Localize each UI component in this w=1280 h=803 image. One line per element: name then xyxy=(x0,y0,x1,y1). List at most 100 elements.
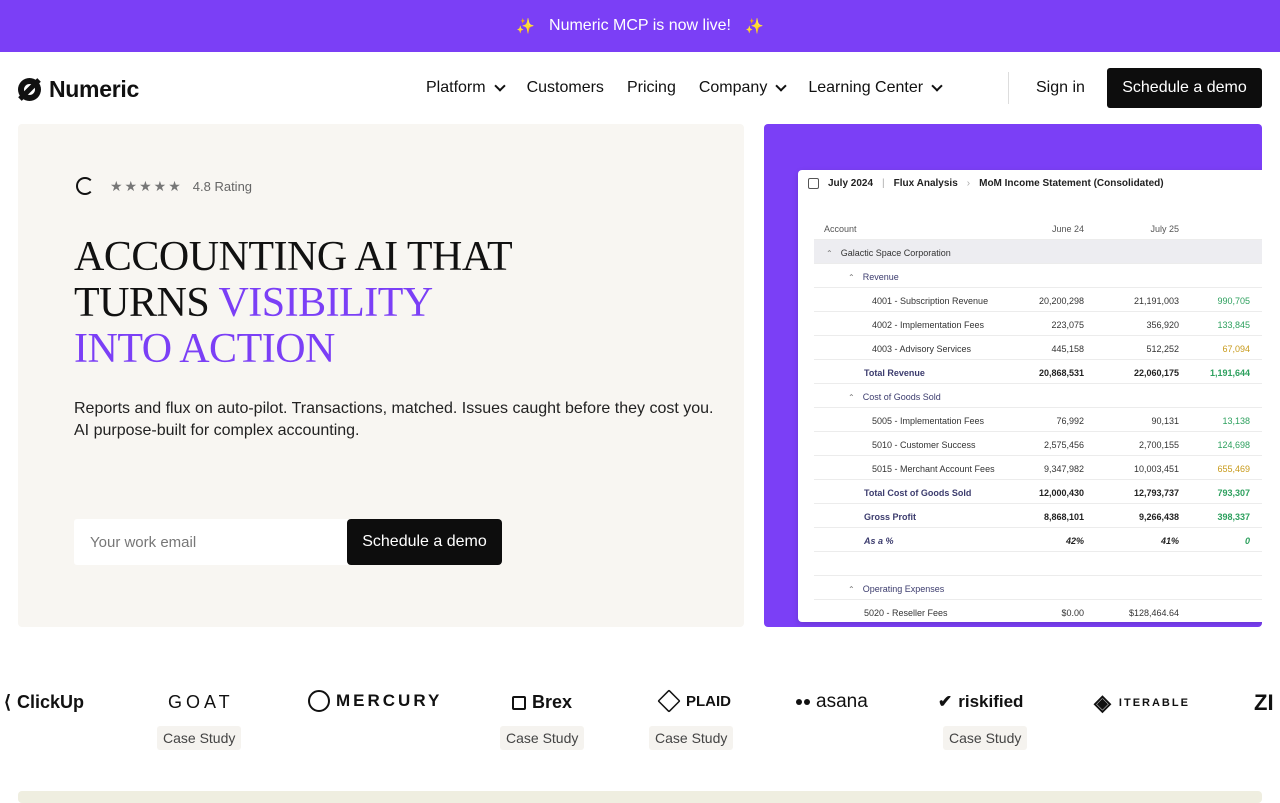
period-value: 90,131 xyxy=(1151,416,1179,426)
hero-panel: ★★★★★ 4.8 Rating ACCOUNTING AI THAT TURN… xyxy=(18,124,744,627)
schedule-demo-submit-button[interactable]: Schedule a demo xyxy=(347,519,502,565)
case-study-badge[interactable]: Case Study xyxy=(157,726,242,750)
schedule-demo-button[interactable]: Schedule a demo xyxy=(1107,68,1262,108)
column-header: Account xyxy=(824,224,857,234)
nav-item-learning-center[interactable]: Learning Center xyxy=(808,79,943,97)
table-row[interactable]: 5010 - Customer Success 2,575,456 2,700,15… xyxy=(814,432,1262,456)
table-header: Account June 24 July 25 V xyxy=(814,216,1262,240)
iterable-logo[interactable]: ◈ ITERABLE xyxy=(1094,690,1190,716)
row-label: As a % xyxy=(864,536,894,546)
account-label: 5010 - Customer Success xyxy=(872,440,976,450)
brand-text: asana xyxy=(816,691,868,712)
account-label: ⌃ Cost of Goods Sold xyxy=(848,392,941,402)
table-row[interactable]: ⌃ Cost of Goods Sold xyxy=(814,384,1262,408)
row-label: 4002 - Implementation Fees xyxy=(872,320,985,330)
table-row[interactable]: Total Revenue 20,868,531 22,060,175 1,191,6… xyxy=(814,360,1262,384)
zi-logo[interactable]: ZI xyxy=(1254,690,1274,716)
table-row[interactable]: 5005 - Implementation Fees 76,992 90,131 13… xyxy=(814,408,1262,432)
column-header: July 25 xyxy=(1150,224,1179,234)
period-value: 9,266,438 xyxy=(1138,512,1179,522)
variance-value: 398,337 xyxy=(1217,512,1250,522)
flux-table: Account June 24 July 25 V ⌃ Galactic Spac… xyxy=(814,216,1262,622)
brand-text: Brex xyxy=(532,692,573,712)
chevron-down-icon xyxy=(931,79,943,92)
account-label: Gross Profit xyxy=(864,512,916,522)
sign-in-link[interactable]: Sign in xyxy=(1036,79,1085,97)
period-value: 20,868,531 xyxy=(1038,368,1084,378)
account-label: ⌃ Revenue xyxy=(848,272,899,282)
case-study-badge[interactable]: Case Study xyxy=(943,726,1028,750)
table-row[interactable] xyxy=(814,552,1262,576)
row-label: Operating Expenses xyxy=(862,584,945,594)
divider: | xyxy=(882,178,885,189)
row-label: Gross Profit xyxy=(864,512,917,522)
product-preview-panel: July 2024 | Flux Analysis › MoM Income S… xyxy=(764,124,1262,627)
case-study-badge[interactable]: Case Study xyxy=(500,726,585,750)
mercury-icon xyxy=(308,690,330,712)
account-label: 4003 - Advisory Services xyxy=(872,344,971,354)
period-value: 223,075 xyxy=(1051,320,1084,330)
period-value: 41% xyxy=(1160,536,1179,546)
column-header: V xyxy=(1250,224,1262,234)
top-nav: Numeric Platform Customers Pricing Compa… xyxy=(0,52,1280,124)
table-row[interactable]: 5015 - Merchant Account Fees 9,347,982 10,… xyxy=(814,456,1262,480)
sparkle-icon: ✨ xyxy=(516,18,536,35)
account-label: 5005 - Implementation Fees xyxy=(872,416,984,426)
plaid-logo[interactable]: PLAID xyxy=(657,689,731,713)
account-label: 4001 - Subscription Revenue xyxy=(872,296,988,306)
nav-item-label: Customers xyxy=(526,79,604,96)
nav-item-pricing[interactable]: Pricing xyxy=(627,79,676,97)
announcement-text[interactable]: Numeric MCP is now live! xyxy=(549,17,731,35)
chevron-up-icon[interactable]: ⌃ xyxy=(826,249,833,258)
nav-item-label: Pricing xyxy=(626,79,676,96)
iterable-icon: ◈ xyxy=(1094,690,1113,715)
nav-item-label: Company xyxy=(698,79,768,96)
nav-item-customers[interactable]: Customers xyxy=(527,79,604,97)
period-value: 42% xyxy=(1065,536,1084,546)
riskified-logo[interactable]: ✔ riskified xyxy=(938,692,1023,712)
brand-text: ClickUp xyxy=(17,692,85,712)
table-row[interactable]: Gross Profit 8,868,101 9,266,438 398,337 xyxy=(814,504,1262,528)
brand-logo[interactable]: Numeric xyxy=(18,76,139,103)
table-body: ⌃ Galactic Space Corporation ⌃ Revenue 4001 … xyxy=(814,240,1262,622)
table-row[interactable]: 4003 - Advisory Services 445,158 512,252 67… xyxy=(814,336,1262,360)
table-row[interactable]: ⌃ Galactic Space Corporation xyxy=(814,240,1262,264)
nav-item-platform[interactable]: Platform xyxy=(426,79,506,97)
variance-value: 793,307 xyxy=(1217,488,1250,498)
goat-logo[interactable]: GOAT xyxy=(168,692,234,713)
period-value: 76,992 xyxy=(1056,416,1084,426)
nav-item-company[interactable]: Company xyxy=(698,79,787,97)
chevron-up-icon[interactable]: ⌃ xyxy=(848,273,855,282)
account-label: ⌃ Galactic Space Corporation xyxy=(826,248,951,258)
hero-headline: ACCOUNTING AI THAT TURNS VISIBILITY INTO… xyxy=(74,234,513,372)
email-field[interactable] xyxy=(74,519,348,565)
clickup-logo[interactable]: ⟨ ClickUp xyxy=(4,692,84,713)
row-label: 5015 - Merchant Account Fees xyxy=(872,464,995,474)
table-row[interactable]: Total Cost of Goods Sold 12,000,430 12,793… xyxy=(814,480,1262,504)
variance-value: 133,845 xyxy=(1217,320,1250,330)
period-value: $0.00 xyxy=(1061,608,1084,618)
table-row[interactable]: ⌃ Operating Expenses xyxy=(814,576,1262,600)
period-value: 8,868,101 xyxy=(1043,512,1084,522)
asana-logo[interactable]: asana xyxy=(796,691,868,713)
case-study-badge[interactable]: Case Study xyxy=(649,726,734,750)
brex-logo[interactable]: Brex xyxy=(512,692,572,713)
variance-value: 655,469 xyxy=(1217,464,1250,474)
table-row[interactable]: 4001 - Subscription Revenue 20,200,298 21,… xyxy=(814,288,1262,312)
announcement-bar[interactable]: ✨ Numeric MCP is now live! ✨ xyxy=(0,0,1280,52)
mercury-logo[interactable]: MERCURY xyxy=(308,690,442,712)
brand-text: GOAT xyxy=(168,692,234,712)
table-row[interactable]: 4002 - Implementation Fees 223,075 356,920… xyxy=(814,312,1262,336)
table-row[interactable]: ⌃ Revenue xyxy=(814,264,1262,288)
period-value: 512,252 xyxy=(1146,344,1179,354)
table-row[interactable]: 5020 - Reseller Fees $0.00 $128,464.64 xyxy=(814,600,1262,622)
chevron-up-icon[interactable]: ⌃ xyxy=(848,585,855,594)
chevron-up-icon[interactable]: ⌃ xyxy=(848,393,855,402)
table-row[interactable]: As a % 42% 41% 0 xyxy=(814,528,1262,552)
chevron-right-icon: › xyxy=(966,178,971,189)
brand-text: ZI xyxy=(1254,690,1274,715)
customer-logos: ⟨ ClickUp GOAT Case Study MERCURY Brex C… xyxy=(0,686,1280,756)
variance-value: 1,191,644 xyxy=(1209,368,1250,378)
chevron-down-icon xyxy=(493,79,506,92)
account-label: 5015 - Merchant Account Fees xyxy=(872,464,995,474)
